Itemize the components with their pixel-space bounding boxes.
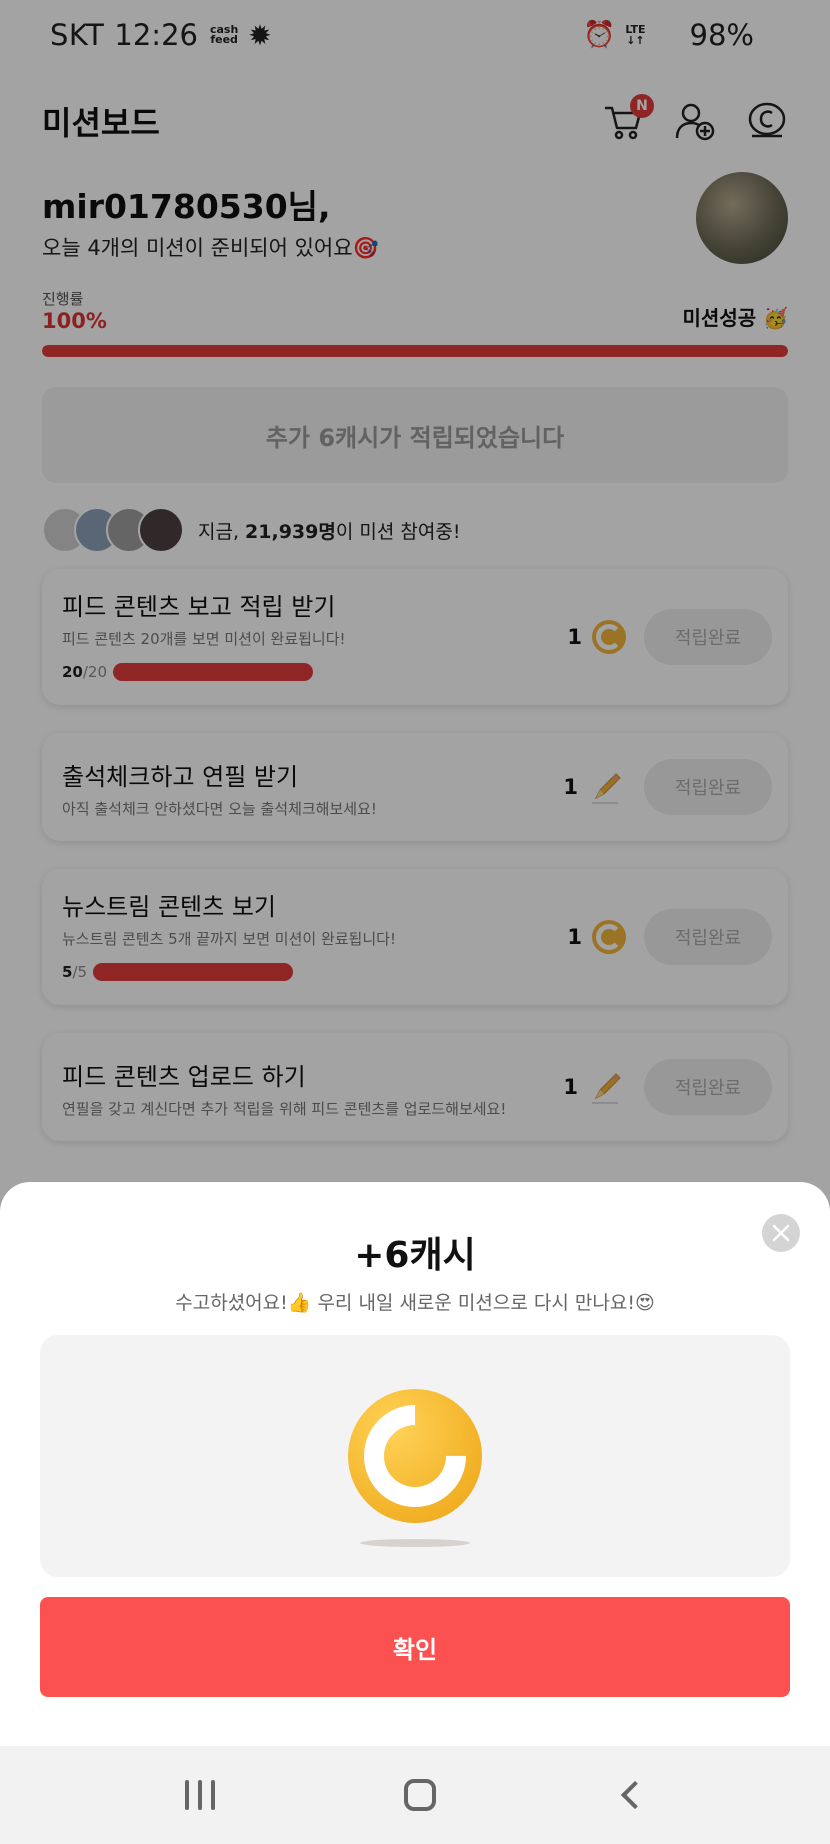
- reward-title: +6캐시: [354, 1235, 476, 1276]
- close-icon: [772, 1224, 790, 1242]
- recent-apps-button[interactable]: [184, 1780, 215, 1810]
- coin-illustration: [40, 1335, 790, 1577]
- reward-subtitle: 수고하셨어요!👍 우리 내일 새로운 미션으로 다시 만나요!😍: [175, 1292, 655, 1314]
- confirm-button[interactable]: 확인: [40, 1597, 790, 1697]
- reward-bottom-sheet: +6캐시 수고하셨어요!👍 우리 내일 새로운 미션으로 다시 만나요!😍 확인: [0, 1182, 830, 1746]
- back-button[interactable]: [621, 1780, 650, 1810]
- close-button[interactable]: [762, 1214, 800, 1252]
- home-button[interactable]: [403, 1779, 436, 1811]
- system-nav-bar: [0, 1746, 830, 1844]
- coin-shadow: [360, 1539, 470, 1547]
- coin-icon: [348, 1389, 482, 1523]
